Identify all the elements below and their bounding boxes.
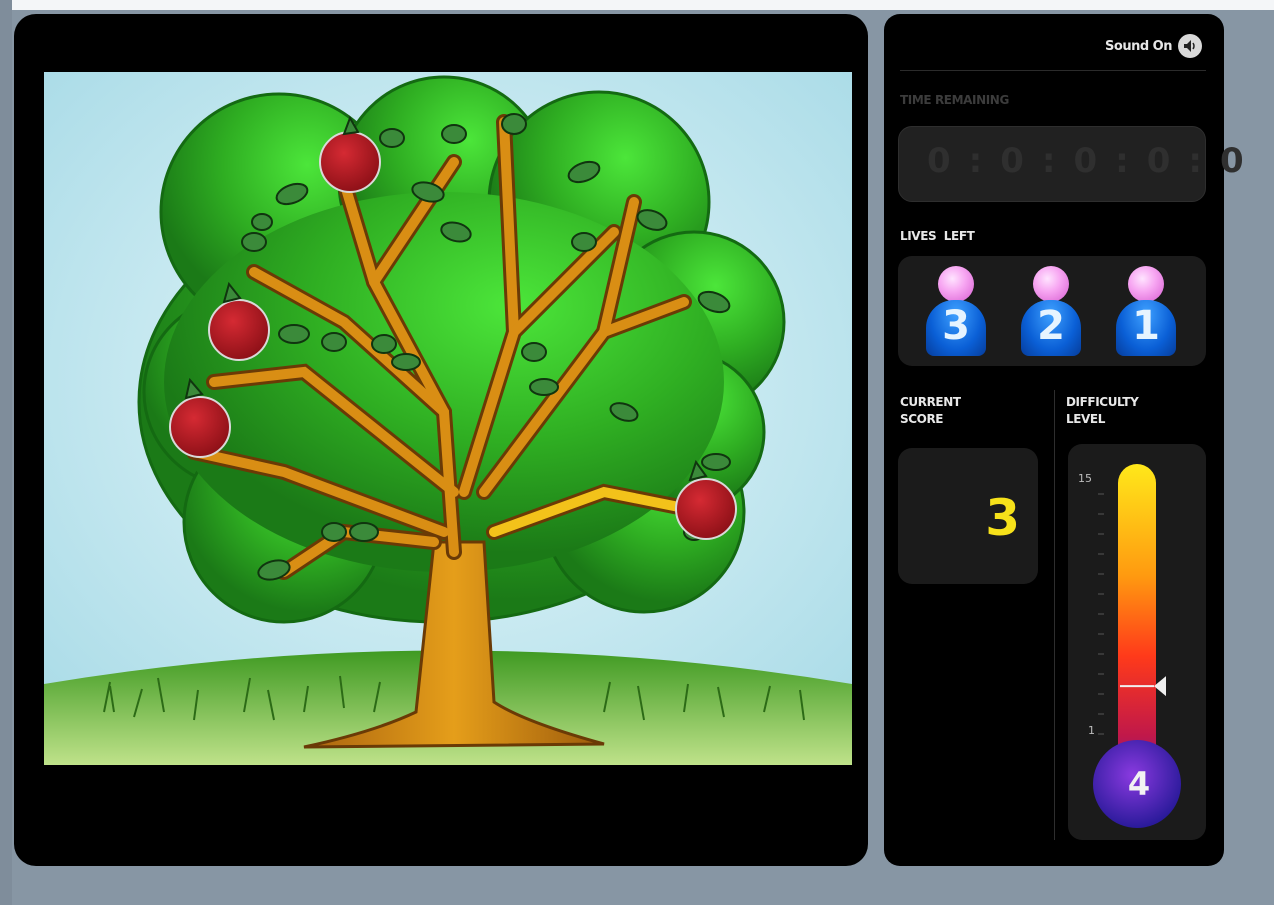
side-panel: Sound On TIME REMAINING 0:0:0:0:0 LIVES … [884,14,1262,866]
difficulty-level-label: DIFFICULTY LEVEL [1066,394,1139,428]
timer-display: 0:0:0:0:0 [898,126,1262,202]
score-value: 3 [985,489,1020,547]
sound-label: Sound On [1105,38,1172,54]
divider [900,70,1206,71]
browser-left-edge [0,0,12,905]
difficulty-label-line2: LEVEL [1066,412,1105,426]
vertical-divider [1054,390,1055,840]
game-panel [14,14,868,866]
life-number: 2 [1037,303,1065,349]
browser-top-edge [0,0,1274,10]
timer-digits: 0:0:0:0:0 [927,141,1262,181]
life-token: 2 [1021,266,1081,360]
lives-left-label: LIVES LEFT [900,229,975,243]
scale-min-label: 1 [1088,724,1095,737]
time-remaining-label: TIME REMAINING [900,93,1009,107]
life-head [1128,266,1164,302]
difficulty-meter[interactable]: 15 1 4 [1068,444,1206,840]
life-head [1033,266,1069,302]
difficulty-value: 4 [1127,765,1151,803]
life-number: 1 [1132,303,1160,349]
life-token: 3 [926,266,986,360]
life-number: 3 [942,303,970,349]
lives-display: 3 2 1 [898,256,1206,366]
score-display: 3 [898,448,1038,584]
life-token: 1 [1116,266,1176,360]
life-head [938,266,974,302]
sound-toggle[interactable]: Sound On [1105,34,1202,58]
scale-ticks [1098,493,1104,735]
speaker-icon[interactable] [1178,34,1202,58]
score-label-line2: SCORE [900,412,944,426]
tree-scene-svg [44,72,852,765]
score-label-line1: CURRENT [900,395,961,409]
game-scene [44,72,852,765]
current-score-label: CURRENT SCORE [900,394,961,428]
scale-max-label: 15 [1078,472,1092,485]
difficulty-label-line1: DIFFICULTY [1066,395,1139,409]
thermometer-tube [1118,464,1156,784]
